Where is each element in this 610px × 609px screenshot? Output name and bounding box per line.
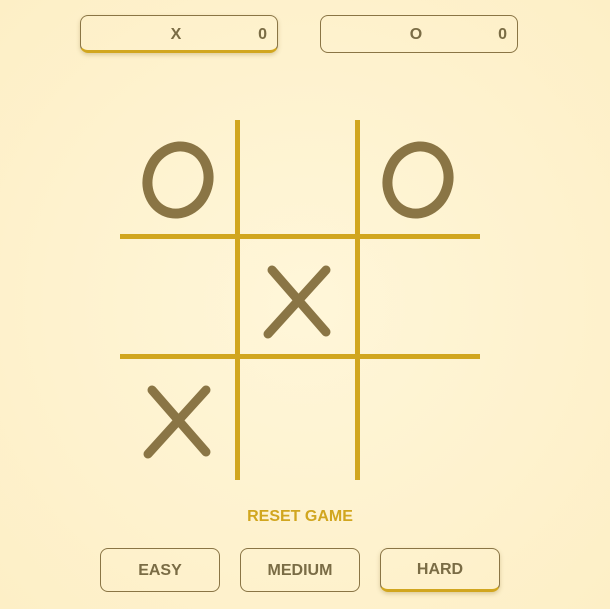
board-cell-4[interactable] [120, 240, 238, 358]
difficulty-hard-button[interactable]: HARD [380, 548, 500, 592]
game-board [120, 120, 480, 480]
board-cell-5[interactable] [240, 240, 358, 358]
difficulty-medium-button[interactable]: MEDIUM [240, 548, 360, 592]
score-card-x: X 0 [80, 15, 278, 53]
board-cell-7[interactable] [120, 360, 238, 478]
board-cell-3[interactable] [360, 120, 478, 238]
reset-game-button[interactable]: RESET GAME [200, 508, 400, 526]
player-o-score: 0 [498, 26, 507, 43]
player-x-score: 0 [258, 26, 267, 43]
board-cell-6[interactable] [360, 240, 478, 358]
difficulty-easy-button[interactable]: EASY [100, 548, 220, 592]
board-cell-1[interactable] [120, 120, 238, 238]
player-x-label: X [170, 26, 182, 43]
score-card-o: O 0 [320, 15, 518, 53]
player-o-label: O [409, 26, 423, 43]
o-mark-icon [382, 141, 454, 219]
x-mark-icon [143, 385, 211, 459]
x-mark-icon [263, 265, 331, 339]
board-cell-2[interactable] [240, 120, 358, 238]
board-cell-9[interactable] [360, 360, 478, 478]
board-cell-8[interactable] [240, 360, 358, 478]
o-mark-icon [142, 141, 214, 219]
